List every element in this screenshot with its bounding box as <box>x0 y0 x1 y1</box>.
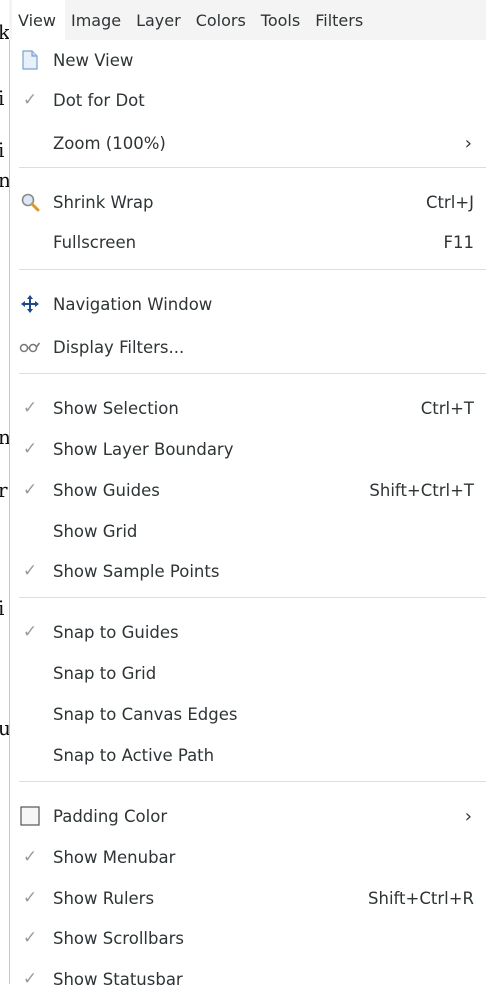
menu-item-navigation-window[interactable]: Navigation Window <box>10 284 486 324</box>
menubar: View Image Layer Colors Tools Filters <box>9 0 486 42</box>
submenu-arrow-icon: › <box>464 132 472 154</box>
bg-text-fragment: u <box>0 716 9 740</box>
menu-item-show-sample-points[interactable]: ✓ Show Sample Points <box>10 551 486 591</box>
menu-item-label: Show Grid <box>53 521 138 541</box>
menu-item-label: Navigation Window <box>53 294 213 314</box>
menu-item-show-layer-boundary[interactable]: ✓ Show Layer Boundary <box>10 429 486 469</box>
check-icon: ✓ <box>22 888 38 908</box>
menu-item-label: Show Rulers <box>53 888 155 908</box>
menu-item-zoom[interactable]: Zoom (100%) › <box>10 123 486 163</box>
menu-item-new-view[interactable]: New View <box>10 40 486 80</box>
menu-item-label: Fullscreen <box>53 232 137 252</box>
bg-text-fragment: r <box>0 478 8 502</box>
menu-item-padding-color[interactable]: Padding Color › <box>10 796 486 836</box>
menu-item-show-menubar[interactable]: ✓ Show Menubar <box>10 837 486 877</box>
shortcut-label: Ctrl+J <box>425 192 474 212</box>
submenu-arrow-icon: › <box>464 805 472 827</box>
check-icon: ✓ <box>22 928 38 948</box>
check-icon: ✓ <box>22 969 38 989</box>
menu-item-label: Shrink Wrap <box>53 192 154 212</box>
menu-item-snap-to-active-path[interactable]: Snap to Active Path <box>10 735 486 775</box>
menu-item-snap-to-grid[interactable]: Snap to Grid <box>10 653 486 693</box>
color-swatch-icon <box>19 805 41 827</box>
menu-image[interactable]: Image <box>65 0 130 42</box>
menu-item-label: Dot for Dot <box>53 90 145 110</box>
check-icon: ✓ <box>22 561 38 581</box>
bg-text-fragment: k <box>0 20 9 44</box>
bg-text-fragment: i <box>0 86 5 110</box>
shortcut-label: Ctrl+T <box>420 398 474 418</box>
menu-item-label: Display Filters... <box>53 337 185 357</box>
shortcut-label: F11 <box>443 232 475 252</box>
bg-text-fragment: n <box>0 168 9 192</box>
magnifier-icon <box>19 191 41 213</box>
menu-item-label: Snap to Active Path <box>53 745 215 765</box>
menu-separator <box>19 781 486 782</box>
menu-item-dot-for-dot[interactable]: ✓ Dot for Dot <box>10 80 486 120</box>
menu-item-show-selection[interactable]: ✓ Show Selection Ctrl+T <box>10 388 486 428</box>
check-icon: ✓ <box>22 847 38 867</box>
menu-item-snap-to-guides[interactable]: ✓ Snap to Guides <box>10 612 486 652</box>
menu-item-label: Show Sample Points <box>53 561 220 581</box>
navigation-icon <box>19 293 41 315</box>
menu-tools[interactable]: Tools <box>255 0 309 42</box>
menu-item-label: Show Selection <box>53 398 179 418</box>
menu-item-label: Show Scrollbars <box>53 928 184 948</box>
menu-colors[interactable]: Colors <box>190 0 255 42</box>
menu-item-show-scrollbars[interactable]: ✓ Show Scrollbars <box>10 918 486 958</box>
check-icon: ✓ <box>22 439 38 459</box>
menu-item-fullscreen[interactable]: Fullscreen F11 <box>10 222 486 262</box>
menu-item-show-rulers[interactable]: ✓ Show Rulers Shift+Ctrl+R <box>10 878 486 918</box>
glasses-icon <box>19 336 41 358</box>
menu-item-show-grid[interactable]: Show Grid <box>10 511 486 551</box>
check-icon: ✓ <box>22 90 38 110</box>
check-icon: ✓ <box>22 622 38 642</box>
menu-filters[interactable]: Filters <box>309 0 372 42</box>
menu-item-label: Zoom (100%) <box>53 133 166 153</box>
view-menu-dropdown: New View ✓ Dot for Dot Zoom (100%) › Shr… <box>9 40 486 989</box>
menu-item-label: Snap to Guides <box>53 622 179 642</box>
menu-item-label: Show Guides <box>53 480 160 500</box>
menu-separator <box>19 269 486 270</box>
bg-text-fragment: n <box>0 425 9 449</box>
shortcut-label: Shift+Ctrl+R <box>368 888 474 908</box>
menu-item-snap-to-canvas-edges[interactable]: Snap to Canvas Edges <box>10 694 486 734</box>
menu-item-label: Show Menubar <box>53 847 176 867</box>
menu-separator <box>19 373 486 374</box>
menu-separator <box>19 597 486 598</box>
shortcut-label: Shift+Ctrl+T <box>369 480 474 500</box>
menu-item-label: Snap to Canvas Edges <box>53 704 238 724</box>
menu-item-shrink-wrap[interactable]: Shrink Wrap Ctrl+J <box>10 182 486 222</box>
menu-item-label: Padding Color <box>53 806 168 826</box>
background-document: k i i n n r i u <box>0 0 9 984</box>
menu-item-show-statusbar[interactable]: ✓ Show Statusbar <box>10 959 486 999</box>
menu-view[interactable]: View <box>12 0 65 42</box>
menu-item-label: New View <box>53 50 134 70</box>
menu-item-display-filters[interactable]: Display Filters... <box>10 327 486 367</box>
menu-item-label: Show Layer Boundary <box>53 439 234 459</box>
menu-item-label: Snap to Grid <box>53 663 157 683</box>
check-icon: ✓ <box>22 480 38 500</box>
menu-item-show-guides[interactable]: ✓ Show Guides Shift+Ctrl+T <box>10 470 486 510</box>
bg-text-fragment: i <box>0 138 5 162</box>
new-view-icon <box>19 49 41 71</box>
menu-layer[interactable]: Layer <box>130 0 190 42</box>
menu-item-label: Show Statusbar <box>53 969 183 989</box>
check-icon: ✓ <box>22 398 38 418</box>
bg-text-fragment: i <box>0 596 5 620</box>
menu-separator <box>19 167 486 168</box>
